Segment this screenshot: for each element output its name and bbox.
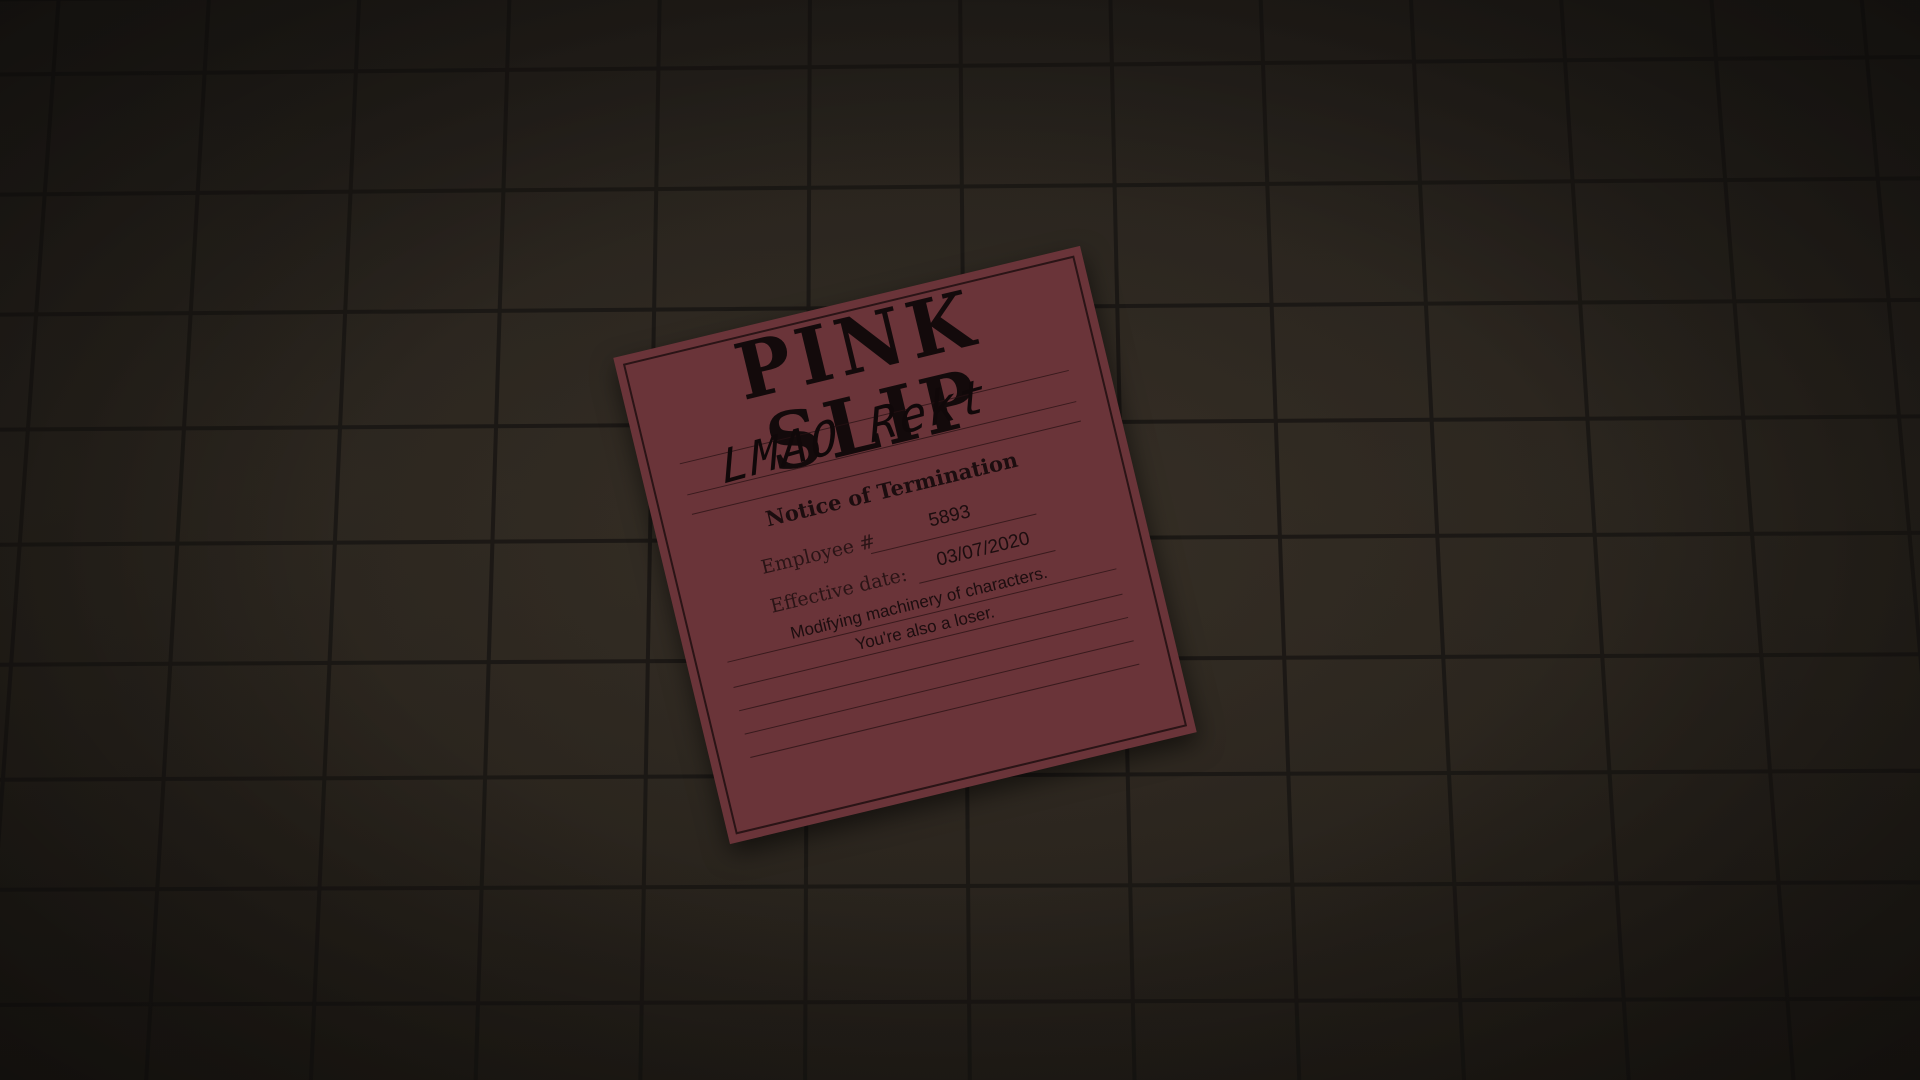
- game-scene: PINK SLIP LMAO Rekt Notice of Terminatio…: [0, 0, 1920, 1080]
